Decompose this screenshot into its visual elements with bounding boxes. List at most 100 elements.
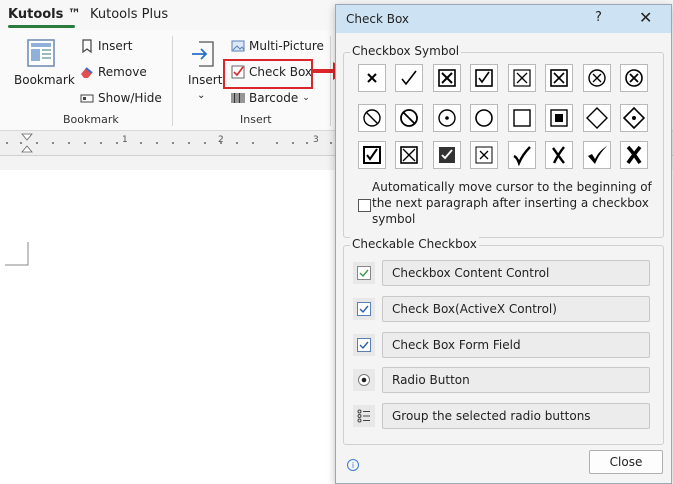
bookmark-showhide-label: Show/Hide [98, 91, 162, 105]
filled-boxed-check-icon [439, 147, 455, 163]
group-separator [172, 36, 173, 126]
content-control-button[interactable]: Checkbox Content Control [382, 260, 650, 286]
checkbox-symbol-legend: Checkbox Symbol [350, 44, 462, 58]
ruler-tick-1: 1 [122, 135, 128, 145]
bookmark-insert-button[interactable]: Insert [80, 39, 132, 53]
circled-dot-icon [438, 109, 456, 127]
symbol-filled-square[interactable] [545, 104, 573, 132]
circle-icon [475, 109, 493, 127]
symbol-bold-x[interactable] [620, 141, 648, 169]
bold-x-icon [626, 145, 642, 164]
symbol-dotted-diamond[interactable] [620, 104, 648, 132]
group-separator [330, 36, 331, 126]
showhide-icon [80, 94, 94, 103]
symbol-boxed-cross[interactable] [395, 141, 423, 169]
symbol-ballot-box-x[interactable] [470, 141, 498, 169]
symbol-check-mark[interactable] [395, 64, 423, 92]
list-icon [353, 405, 375, 427]
multi-picture-button[interactable]: Multi-Picture [231, 39, 324, 53]
radio-button-button[interactable]: Radio Button [382, 367, 650, 393]
symbol-circled-x-2[interactable] [620, 64, 648, 92]
symbol-circled-dot[interactable] [433, 104, 461, 132]
eraser-icon [81, 67, 93, 78]
symbol-filled-boxed-check[interactable] [433, 141, 461, 169]
check-box-highlight [223, 59, 313, 89]
picture-icon [231, 40, 245, 52]
checkable-checkbox-legend: Checkable Checkbox [350, 237, 479, 251]
margin-corner-mark [5, 242, 29, 266]
bookmark-insert-label: Insert [98, 39, 133, 53]
empty-square-icon [513, 109, 531, 127]
bookmark-icon[interactable] [26, 38, 56, 68]
ballot-box-x-icon [475, 146, 493, 164]
bookmark-remove-label: Remove [98, 65, 147, 79]
barcode-button[interactable]: Barcode ⌄ [231, 91, 310, 105]
help-button[interactable]: ? [595, 10, 602, 25]
heavy-boxed-check-icon [363, 146, 381, 164]
barcode-label: Barcode [249, 91, 299, 105]
symbol-x-mark[interactable] [358, 64, 386, 92]
insert-group-label: Insert [240, 113, 272, 126]
symbol-circled-x[interactable] [583, 64, 611, 92]
heavy-check-icon [513, 146, 531, 166]
insert-dropdown-chevron-icon[interactable]: ⌄ [197, 90, 205, 101]
circled-x-2-icon [625, 69, 643, 87]
tab-kutools-plus[interactable]: Kutools Plus [90, 7, 168, 22]
symbol-boxed-x-2[interactable] [545, 64, 573, 92]
insert-button[interactable]: Insert [188, 73, 222, 87]
form-field-checkbox-button[interactable]: Check Box Form Field [382, 332, 650, 358]
dialog-close-icon[interactable]: ✕ [639, 8, 652, 27]
symbol-prohibited[interactable] [358, 104, 386, 132]
symbol-prohibited-2[interactable] [395, 104, 423, 132]
boxed-cross-icon [400, 146, 418, 164]
symbol-empty-square[interactable] [508, 104, 536, 132]
dialog-title: Check Box [346, 12, 410, 26]
bookmark-remove-button[interactable]: Remove [80, 65, 147, 79]
x-mark-icon [367, 73, 377, 83]
symbol-heavy-check[interactable] [508, 141, 536, 169]
bookmark-ribbon-icon [82, 39, 92, 53]
auto-move-checkbox[interactable] [358, 199, 371, 212]
ruler-marks [6, 133, 332, 153]
symbol-circle[interactable] [470, 104, 498, 132]
barcode-icon [231, 93, 245, 103]
heavy-x-icon [552, 146, 565, 164]
group-radio-buttons-button[interactable]: Group the selected radio buttons [382, 403, 650, 429]
bookmark-showhide-button[interactable]: Show/Hide [80, 91, 162, 105]
boxed-x-icon [438, 69, 456, 87]
info-icon[interactable]: i [347, 459, 359, 471]
prohibited-icon [363, 109, 381, 127]
ruler-tick-3: 3 [313, 135, 319, 145]
symbol-heavy-x[interactable] [545, 141, 573, 169]
prohibited-2-icon [400, 109, 418, 127]
diamond-icon [586, 107, 608, 129]
bookmark-group-label: Bookmark [63, 113, 119, 126]
symbol-boxed-x-light[interactable] [508, 64, 536, 92]
check-box-dialog: Check Box ? ✕ Checkbox Symbol Automatica… [335, 4, 672, 484]
symbol-boxed-x[interactable] [433, 64, 461, 92]
bold-check-icon [588, 146, 607, 164]
boxed-x-2-icon [550, 69, 568, 87]
bookmark-button[interactable]: Bookmark [14, 73, 75, 87]
insert-icon[interactable] [191, 40, 215, 68]
dialog-title-bar[interactable]: Check Box ? ✕ [336, 5, 671, 33]
filled-square-icon [550, 109, 568, 127]
blue-check-icon [353, 334, 375, 356]
blue-check-icon [353, 298, 375, 320]
green-check-icon [353, 262, 375, 284]
activex-checkbox-button[interactable]: Check Box(ActiveX Control) [382, 296, 650, 322]
symbol-boxed-check[interactable] [470, 64, 498, 92]
barcode-dropdown-chevron-icon[interactable]: ⌄ [302, 93, 310, 103]
auto-move-label: Automatically move cursor to the beginni… [372, 180, 652, 226]
radio-icon [353, 369, 375, 391]
boxed-check-icon [475, 69, 493, 87]
multi-picture-label: Multi-Picture [249, 39, 324, 53]
dotted-diamond-icon [623, 107, 645, 129]
circled-x-icon [588, 69, 606, 87]
symbol-diamond[interactable] [583, 104, 611, 132]
tab-kutools[interactable]: Kutools ™ [8, 7, 81, 28]
boxed-x-light-icon [513, 69, 531, 87]
close-button[interactable]: Close [589, 450, 663, 474]
symbol-heavy-boxed-check[interactable] [358, 141, 386, 169]
symbol-bold-check[interactable] [583, 141, 611, 169]
